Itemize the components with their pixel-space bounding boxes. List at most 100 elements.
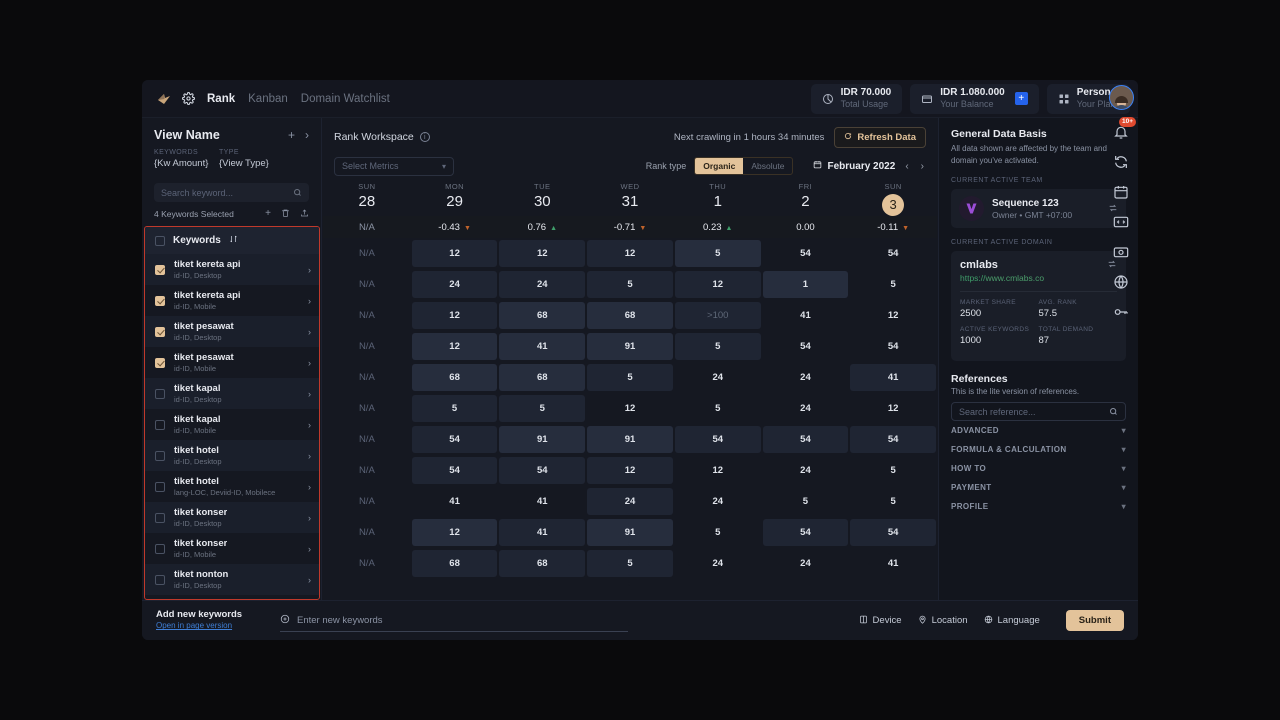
grid-cell[interactable]: 5 (587, 550, 673, 577)
grid-cell[interactable]: N/A (324, 302, 410, 329)
grid-cell[interactable]: 12 (412, 519, 498, 546)
chevron-right-icon[interactable]: › (308, 575, 311, 585)
sync-icon[interactable] (1113, 154, 1129, 170)
calendar-icon[interactable] (1113, 184, 1129, 200)
prev-month-button[interactable]: ‹ (903, 161, 910, 172)
keyword-row[interactable]: tiket konserid-ID, Mobile› (145, 533, 319, 564)
open-in-page-version-link[interactable]: Open in page version (156, 621, 274, 631)
keyword-checkbox[interactable] (155, 482, 165, 492)
nav-link-rank[interactable]: Rank (207, 93, 235, 105)
code-icon[interactable] (1113, 214, 1129, 230)
grid-cell[interactable]: 5 (499, 395, 585, 422)
settings-gear-icon[interactable] (182, 92, 195, 105)
grid-cell[interactable]: 24 (675, 488, 761, 515)
keyword-checkbox[interactable] (155, 296, 165, 306)
grid-cell[interactable]: 68 (499, 550, 585, 577)
grid-cell[interactable]: 54 (675, 426, 761, 453)
grid-cell[interactable]: 41 (850, 364, 936, 391)
chevron-right-icon[interactable]: › (308, 420, 311, 430)
grid-cell[interactable]: 41 (850, 550, 936, 577)
grid-cell[interactable]: 24 (763, 395, 849, 422)
rank-type-organic[interactable]: Organic (695, 158, 743, 174)
chevron-right-icon[interactable]: › (308, 327, 311, 337)
bell-icon[interactable]: 10+ (1113, 124, 1129, 140)
keyword-row[interactable]: tiket hotellang-LOC, Deviid-ID, Mobilece… (145, 471, 319, 502)
keyword-row[interactable]: tiket kereta apiid-ID, Desktop› (145, 254, 319, 285)
chevron-right-icon[interactable]: › (308, 482, 311, 492)
grid-cell[interactable]: 5 (675, 395, 761, 422)
grid-date-column[interactable]: WED31 (586, 178, 674, 216)
language-option[interactable]: Language (984, 615, 1040, 627)
key-icon[interactable] (1113, 304, 1129, 320)
grid-cell[interactable]: 91 (499, 426, 585, 453)
grid-cell[interactable]: 24 (499, 271, 585, 298)
grid-cell[interactable]: 68 (499, 364, 585, 391)
total-usage-card[interactable]: IDR 70.000 Total Usage (811, 84, 903, 114)
reference-search-box[interactable] (951, 402, 1126, 421)
accordion-item[interactable]: PAYMENT▾ (951, 478, 1126, 497)
select-metrics-dropdown[interactable]: Select Metrics ▾ (334, 157, 454, 176)
grid-cell[interactable]: 1 (763, 271, 849, 298)
keyword-row[interactable]: tiket kereta apiid-ID, Mobile› (145, 285, 319, 316)
export-keyword-icon[interactable] (300, 208, 309, 219)
grid-cell[interactable]: 68 (412, 364, 498, 391)
grid-cell[interactable]: 5 (587, 364, 673, 391)
chevron-right-icon[interactable]: › (308, 265, 311, 275)
grid-cell[interactable]: 41 (412, 488, 498, 515)
accordion-item[interactable]: ADVANCED▾ (951, 421, 1126, 440)
grid-cell[interactable]: 54 (763, 426, 849, 453)
rank-type-absolute[interactable]: Absolute (743, 158, 792, 174)
grid-cell[interactable]: N/A (324, 395, 410, 422)
keyword-checkbox[interactable] (155, 265, 165, 275)
new-keyword-field[interactable] (280, 610, 628, 632)
grid-cell[interactable]: 54 (763, 333, 849, 360)
grid-cell[interactable]: 12 (412, 302, 498, 329)
grid-cell[interactable]: 12 (499, 240, 585, 267)
keyword-checkbox[interactable] (155, 544, 165, 554)
grid-cell[interactable]: 68 (499, 302, 585, 329)
grid-cell[interactable]: 12 (412, 240, 498, 267)
add-balance-button[interactable]: + (1015, 92, 1028, 105)
grid-cell[interactable]: 5 (850, 457, 936, 484)
keyword-checkbox[interactable] (155, 451, 165, 461)
grid-cell[interactable]: N/A (324, 488, 410, 515)
grid-date-column[interactable]: TUE30 (498, 178, 586, 216)
chevron-right-icon[interactable]: › (308, 389, 311, 399)
chevron-right-icon[interactable]: › (308, 451, 311, 461)
grid-cell[interactable]: 5 (850, 488, 936, 515)
grid-cell[interactable]: 5 (675, 240, 761, 267)
grid-cell[interactable]: 5 (850, 271, 936, 298)
delete-keyword-icon[interactable] (281, 208, 290, 219)
chevron-right-icon[interactable]: › (308, 513, 311, 523)
add-keyword-icon[interactable]: + (265, 208, 271, 219)
grid-cell[interactable]: 5 (412, 395, 498, 422)
grid-cell[interactable]: 12 (675, 457, 761, 484)
grid-cell[interactable]: 68 (587, 302, 673, 329)
grid-cell[interactable]: 54 (850, 426, 936, 453)
grid-cell[interactable]: 12 (675, 271, 761, 298)
grid-cell[interactable]: 54 (499, 457, 585, 484)
keyword-row[interactable]: tiket nontonid-ID, Desktop› (145, 564, 319, 595)
grid-date-column[interactable]: THU1 (674, 178, 762, 216)
keyword-checkbox[interactable] (155, 358, 165, 368)
grid-date-column[interactable]: MON29 (411, 178, 499, 216)
select-all-checkbox[interactable] (155, 236, 165, 246)
grid-cell[interactable]: 5 (587, 271, 673, 298)
grid-cell[interactable]: N/A (324, 333, 410, 360)
grid-cell[interactable]: 12 (850, 302, 936, 329)
keyword-checkbox[interactable] (155, 420, 165, 430)
grid-cell[interactable]: 91 (587, 333, 673, 360)
keyword-row[interactable]: tiket hotelid-ID, Desktop› (145, 440, 319, 471)
keyword-checkbox[interactable] (155, 575, 165, 585)
accordion-item[interactable]: PROFILE▾ (951, 497, 1126, 516)
nav-link-domain-watchlist[interactable]: Domain Watchlist (301, 93, 390, 105)
keyword-checkbox[interactable] (155, 513, 165, 523)
active-team-card[interactable]: Sequence 123 Owner • GMT +07:00 (951, 189, 1126, 228)
accordion-item[interactable]: FORMULA & CALCULATION▾ (951, 440, 1126, 459)
keyword-row[interactable]: tiket kapalid-ID, Mobile› (145, 409, 319, 440)
grid-cell[interactable]: 24 (675, 364, 761, 391)
chevron-right-icon[interactable]: › (308, 544, 311, 554)
grid-cell[interactable]: 12 (587, 457, 673, 484)
grid-cell[interactable]: N/A (324, 426, 410, 453)
month-picker[interactable]: February 2022 (813, 160, 895, 172)
